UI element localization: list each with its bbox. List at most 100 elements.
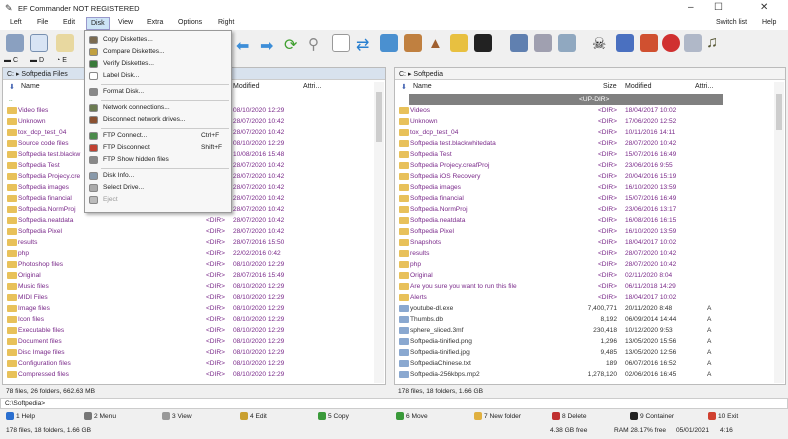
folder-row[interactable]: php <DIR> 28/07/2020 10:42 [395,259,773,270]
updir-row[interactable]: <UP-DIR> [409,94,723,105]
minimize-button[interactable]: – [688,2,694,13]
fkey-6-button[interactable]: 6 Move [396,412,428,420]
menu-left[interactable]: Left [10,19,22,26]
fkey-9-button[interactable]: 9 Container [630,412,674,420]
fkey-4-button[interactable]: 4 Edit [240,412,267,420]
folder-row[interactable]: Softpedia.neatdata <DIR> 16/08/2016 16:15 [395,215,773,226]
folder-row[interactable]: Image files <DIR> 08/10/2020 12:29 [3,303,373,314]
command-line[interactable]: C:\Softpedia> [0,398,788,409]
compare-icon[interactable] [332,34,350,52]
folder-row[interactable]: Unknown <DIR> 17/06/2020 12:52 [395,116,773,127]
monitor-icon[interactable] [380,34,398,52]
folder-row[interactable]: Music files <DIR> 08/10/2020 12:29 [3,281,373,292]
mountain-icon[interactable]: ▲ [428,35,443,52]
folder-row[interactable]: Softpedia Pixel <DIR> 16/10/2020 13:59 [395,226,773,237]
folder-row[interactable]: Configuration files <DIR> 08/10/2020 12:29 [3,358,373,369]
skull-icon[interactable]: ☠ [592,34,606,54]
folder-row[interactable]: Icon files <DIR> 08/10/2020 12:29 [3,314,373,325]
col-size[interactable]: Size [603,83,617,90]
fkey-3-button[interactable]: 3 View [162,412,192,420]
file-row[interactable]: Thumbs.db 8,192 06/09/2014 14:44 A [395,314,773,325]
find-icon[interactable]: ⚲ [308,35,319,53]
folder-row[interactable]: Document files <DIR> 08/10/2020 12:29 [3,336,373,347]
maximize-button[interactable]: ☐ [714,2,723,13]
folder-row[interactable]: Are you sure you want to run this file <D… [395,281,773,292]
drive-d-button[interactable]: ▬ D [30,57,44,64]
folder-row[interactable]: Softpedia.neatdata <DIR> 28/07/2020 10:42 [3,215,373,226]
fkey-7-button[interactable]: 7 New folder [474,412,521,420]
right-pane-path[interactable]: C: ▸ Softpedia [395,68,785,80]
file-row[interactable]: SoftpediaChinese.txt 189 06/07/2016 16:52 A [395,358,773,369]
left-scrollbar[interactable] [374,82,384,383]
close-button[interactable]: ✕ [760,2,768,13]
drive-e-button[interactable]: ◔ E [56,57,67,64]
folder-row[interactable]: tox_dcp_test_04 <DIR> 10/11/2016 14:11 [395,127,773,138]
terminal-icon[interactable] [474,34,492,52]
fkey-10-button[interactable]: 10 Exit [708,412,738,420]
folder-row[interactable]: Snapshots <DIR> 18/04/2017 10:02 [395,237,773,248]
menu-right[interactable]: Right [218,19,234,26]
scroll-thumb[interactable] [376,92,382,142]
menu-disk[interactable]: Disk [86,17,110,30]
trash-icon[interactable] [558,34,576,52]
folder-row[interactable]: php <DIR> 22/02/2016 0:42 [3,248,373,259]
disk-menu-item[interactable]: Verify Diskettes... [103,60,154,67]
col-name[interactable]: Name [413,83,432,90]
folder-row[interactable]: Softpedia Projecy.creafProj <DIR> 23/06/20… [395,160,773,171]
col-name[interactable]: Name [21,83,40,90]
folder-row[interactable]: Disc Image files <DIR> 08/10/2020 12:29 [3,347,373,358]
sync-icon[interactable]: ⇄ [356,35,369,55]
back-arrow-icon[interactable]: ⬅ [236,36,249,56]
disk-menu-item[interactable]: Label Disk... [103,72,139,79]
colors-icon[interactable] [640,34,658,52]
disk-menu-item[interactable]: Select Drive... [103,184,144,191]
disk-menu-item[interactable]: Disk Info... [103,172,134,179]
key-icon[interactable] [450,34,468,52]
folder-row[interactable]: Softpedia images <DIR> 16/10/2020 13:59 [395,182,773,193]
folder-row[interactable]: Softpedia financial <DIR> 15/07/2016 16:49 [395,193,773,204]
fkey-1-button[interactable]: 1 Help [6,412,35,420]
fkey-8-button[interactable]: 8 Delete [552,412,587,420]
folder-row[interactable]: results <DIR> 28/07/2020 10:42 [395,248,773,259]
col-attr[interactable]: Attri... [303,83,321,90]
refresh-icon[interactable]: ⟳ [284,35,297,55]
folder-row[interactable]: Videos <DIR> 18/04/2017 10:02 [395,105,773,116]
mail-icon[interactable] [684,34,702,52]
edit-icon[interactable] [56,34,74,52]
file-row[interactable]: sphere_sliced.3mf 230,418 10/12/2020 9:53 A [395,325,773,336]
right-pane[interactable]: C: ▸ Softpedia ⬇ Name Size Modified Attr… [394,67,786,385]
plugin-icon[interactable] [510,34,528,52]
col-attr[interactable]: Attri... [695,83,713,90]
file-row[interactable]: Softpedia-256kbps.mp2 1,278,120 02/06/2016… [395,369,773,380]
folder-row[interactable]: MIDI Files <DIR> 08/10/2020 12:29 [3,292,373,303]
pack-icon[interactable] [404,34,422,52]
network-icon[interactable] [534,34,552,52]
shield-icon[interactable] [616,34,634,52]
folder-row[interactable]: results <DIR> 28/07/2016 15:50 [3,237,373,248]
disk-menu-item[interactable]: FTP Connect... [103,132,147,139]
drive-icon[interactable] [6,34,24,52]
scroll-thumb[interactable] [776,94,782,130]
folder-row[interactable]: Softpedia Pixel <DIR> 28/07/2020 10:42 [3,226,373,237]
menu-edit[interactable]: Edit [63,19,75,26]
menu-switch-list[interactable]: Switch list [716,19,747,26]
folder-row[interactable]: Executable files <DIR> 08/10/2020 12:29 [3,325,373,336]
disk-menu-item[interactable]: Network connections... [103,104,170,111]
folder-row[interactable]: Softpedia test.blackwhitedata <DIR> 28/07/… [395,138,773,149]
menu-file[interactable]: File [37,19,48,26]
settings-icon[interactable] [662,34,680,52]
fkey-5-button[interactable]: 5 Copy [318,412,349,420]
disk-menu-item[interactable]: Eject [103,196,118,203]
file-row[interactable]: Softpedia-tinified.png 1,296 13/05/2020 15… [395,336,773,347]
folder-row[interactable]: Softpedia.NormProj <DIR> 23/06/2016 13:17 [395,204,773,215]
folder-row[interactable]: Alerts <DIR> 18/04/2017 10:02 [395,292,773,303]
folder-row[interactable]: Original <DIR> 28/07/2016 15:49 [3,270,373,281]
disk-menu-item[interactable]: FTP Show hidden files [103,156,169,163]
folder-row[interactable]: Softpedia iOS Recovery <DIR> 20/04/2016 15… [395,171,773,182]
drive-c-button[interactable]: ▬ C [4,57,18,64]
folder-row[interactable]: Photoshop files <DIR> 08/10/2020 12:29 [3,259,373,270]
forward-arrow-icon[interactable]: ➡ [260,36,273,56]
col-modified[interactable]: Modified [233,83,259,90]
disk-menu-item[interactable]: Compare Diskettes... [103,48,165,55]
search-icon[interactable] [30,34,48,52]
